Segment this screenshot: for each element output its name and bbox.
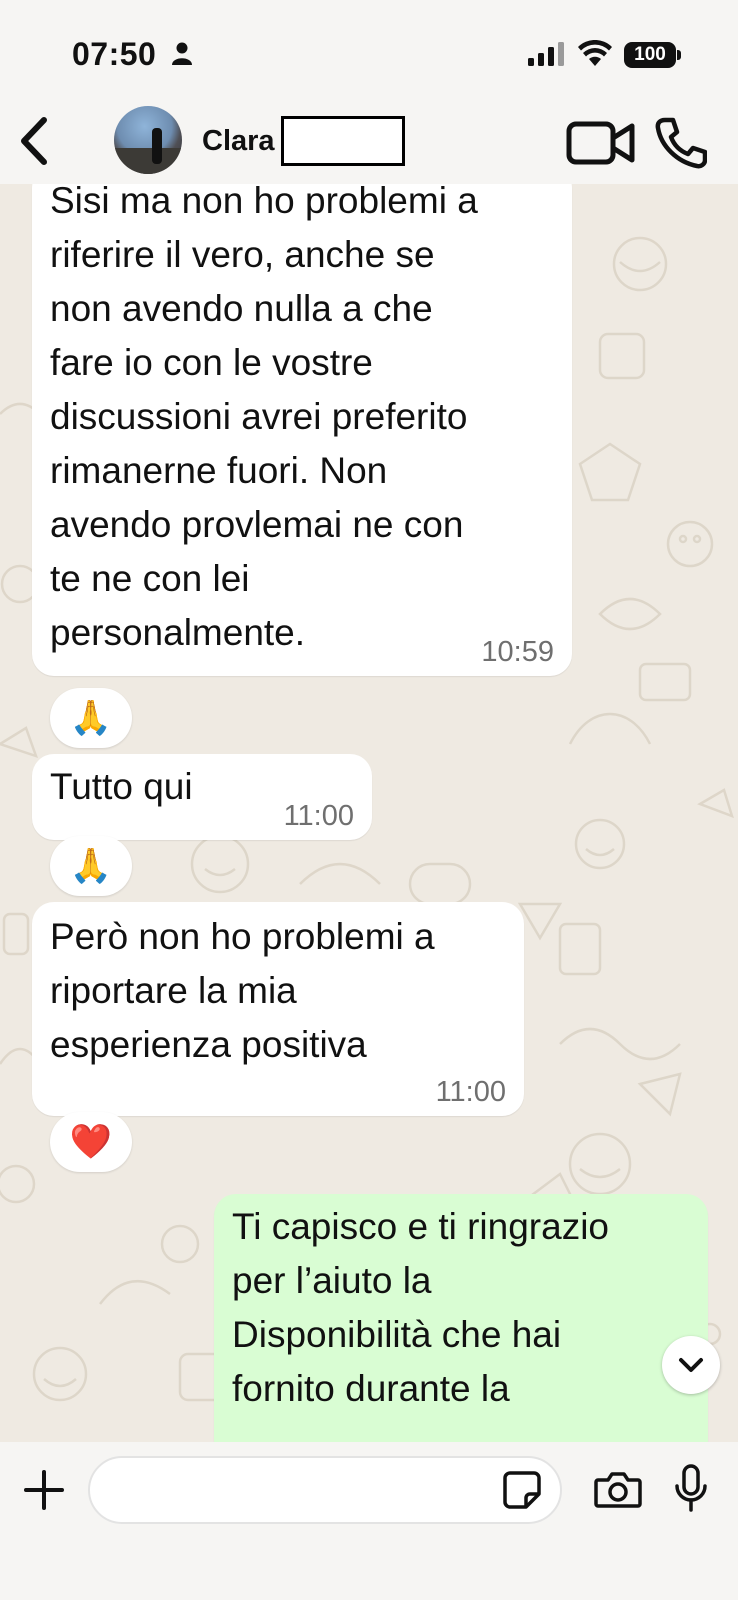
message-time: 11:00 bbox=[283, 800, 354, 832]
chevron-left-icon[interactable] bbox=[14, 114, 54, 168]
camera-icon[interactable] bbox=[594, 1470, 642, 1510]
phone-icon[interactable] bbox=[655, 116, 707, 170]
wifi-icon bbox=[578, 40, 612, 66]
message-time: 11:00 bbox=[435, 1076, 506, 1108]
reaction-badge[interactable]: ❤️ bbox=[50, 1112, 132, 1172]
sticker-icon[interactable] bbox=[502, 1470, 542, 1510]
message-bubble-outgoing[interactable]: Ti capisco e ti ringrazio per l’aiuto la… bbox=[214, 1194, 708, 1442]
heart-icon: ❤️ bbox=[69, 1123, 113, 1161]
message-bubble-incoming[interactable]: Però non ho problemi a riportare la mia … bbox=[32, 902, 524, 1116]
plus-icon[interactable] bbox=[24, 1470, 64, 1510]
battery-level: 100 bbox=[634, 44, 666, 65]
contact-name[interactable]: Clara bbox=[202, 125, 275, 158]
reaction-badge[interactable]: 🙏 bbox=[50, 688, 132, 748]
chat-header: Clara bbox=[0, 100, 738, 184]
message-bubble-incoming[interactable]: Sisi ma non ho problemi a riferire il ve… bbox=[32, 184, 572, 676]
message-input-bar bbox=[0, 1442, 738, 1600]
chevron-down-icon bbox=[679, 1358, 703, 1372]
message-text: Ti capisco e ti ringrazio per l’aiuto la… bbox=[232, 1206, 609, 1409]
avatar-figure bbox=[152, 128, 162, 164]
chat-area[interactable]: Sisi ma non ho problemi a riferire il ve… bbox=[0, 184, 738, 1442]
message-text: Però non ho problemi a riportare la mia … bbox=[50, 916, 435, 1065]
battery-indicator: 100 bbox=[624, 42, 676, 68]
status-time: 07:50 bbox=[72, 36, 157, 72]
microphone-icon[interactable] bbox=[674, 1464, 708, 1512]
avatar[interactable] bbox=[114, 106, 182, 174]
scroll-to-bottom-button[interactable] bbox=[662, 1336, 720, 1394]
prayer-hands-icon: 🙏 bbox=[69, 847, 113, 885]
battery-tip bbox=[677, 50, 681, 60]
prayer-hands-icon: 🙏 bbox=[69, 699, 113, 737]
message-bubble-incoming[interactable]: Tutto qui 11:00 bbox=[32, 754, 372, 840]
avatar-ground bbox=[114, 148, 182, 174]
cellular-signal-icon bbox=[528, 42, 564, 66]
video-camera-icon[interactable] bbox=[566, 118, 636, 168]
status-bar: 07:50 100 bbox=[0, 0, 738, 100]
message-input[interactable] bbox=[88, 1456, 562, 1524]
message-time: 10:59 bbox=[481, 636, 554, 668]
redaction-box bbox=[281, 116, 405, 166]
message-text: Sisi ma non ho problemi a riferire il ve… bbox=[50, 184, 478, 653]
person-icon bbox=[172, 42, 192, 65]
reaction-badge[interactable]: 🙏 bbox=[50, 836, 132, 896]
